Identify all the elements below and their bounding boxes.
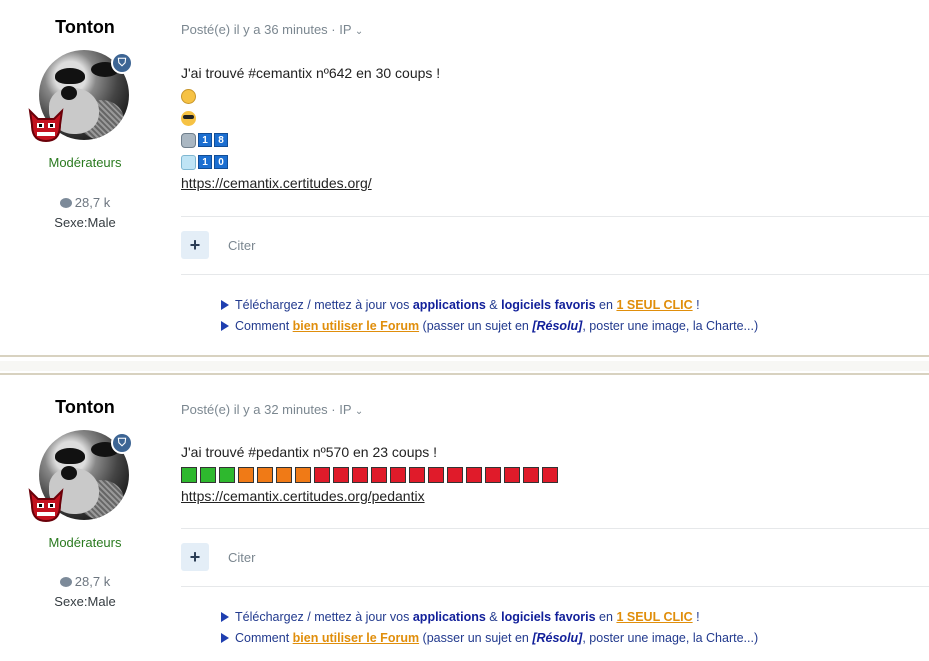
red-square	[333, 467, 349, 484]
red-square	[485, 467, 501, 484]
digit-keycap: 1	[198, 133, 212, 148]
signature-link[interactable]: logiciels favoris	[501, 298, 595, 312]
red-square	[447, 467, 463, 484]
devil-badge-icon	[28, 488, 64, 523]
divider	[181, 216, 929, 217]
red-square	[314, 467, 330, 484]
multiquote-add-button[interactable]: +	[181, 231, 209, 259]
comment-icon	[59, 576, 72, 587]
post-meta[interactable]: Posté(e) il y a 32 minutes · IP ⌄	[181, 402, 363, 417]
pedantix-result-squares	[181, 463, 561, 485]
arrow-right-icon	[221, 632, 229, 643]
orange-square	[295, 467, 311, 484]
signature-text: [Résolu]	[532, 319, 583, 333]
digit-keycap: 8	[214, 133, 228, 148]
signature-line: Comment bien utiliser le Forum (passer u…	[221, 631, 758, 645]
post-meta[interactable]: Posté(e) il y a 36 minutes · IP ⌄	[181, 22, 363, 37]
forum-post: Tonton ⛉ Modérateurs 28,7 k Sexe:Male Po…	[0, 378, 929, 661]
author-name[interactable]: Tonton	[0, 17, 170, 38]
digit-keycap: 0	[214, 155, 228, 170]
moderator-shield-icon: ⛉	[111, 52, 133, 74]
orange-square	[257, 467, 273, 484]
pedantix-link[interactable]: https://cemantix.certitudes.org/pedantix	[181, 488, 425, 504]
red-square	[428, 467, 444, 484]
green-square	[219, 467, 235, 484]
author-name[interactable]: Tonton	[0, 397, 170, 418]
multiquote-add-button[interactable]: +	[181, 543, 209, 571]
red-square	[523, 467, 539, 484]
ice-cube-icon	[181, 154, 196, 170]
signature-link[interactable]: 1 SEUL CLIC	[616, 610, 692, 624]
orange-square	[238, 467, 254, 484]
divider	[181, 586, 929, 587]
comment-icon	[59, 197, 72, 208]
signature-line: Téléchargez / mettez à jour vos applicat…	[221, 610, 700, 624]
signature-link[interactable]: bien utiliser le Forum	[293, 631, 419, 645]
signature-link[interactable]: applications	[413, 298, 486, 312]
quote-button[interactable]: Citer	[228, 550, 255, 565]
post-content: J'ai trouvé #cemantix nº642 en 30 coups …	[181, 62, 440, 194]
post-content: J'ai trouvé #pedantix nº570 en 23 coups …	[181, 441, 561, 507]
digit-keycap: 1	[198, 155, 212, 170]
red-square	[409, 467, 425, 484]
red-square	[542, 467, 558, 484]
quote-button[interactable]: Citer	[228, 238, 255, 253]
signature-link[interactable]: applications	[413, 610, 486, 624]
red-square	[371, 467, 387, 484]
dizzy-face-icon	[181, 88, 196, 104]
user-group: Modérateurs	[48, 535, 122, 550]
orange-square	[276, 467, 292, 484]
arrow-right-icon	[221, 611, 229, 622]
post-text: J'ai trouvé #pedantix nº570 en 23 coups …	[181, 444, 438, 460]
red-square	[352, 467, 368, 484]
divider	[181, 274, 929, 275]
profile-field-sexe: Sexe:Male	[54, 594, 116, 609]
red-square	[390, 467, 406, 484]
chevron-down-icon: ⌄	[354, 406, 364, 417]
reputation: 28,7 k	[0, 195, 170, 210]
arrow-right-icon	[221, 320, 229, 331]
devil-badge-icon	[28, 108, 64, 143]
signature-link[interactable]: 1 SEUL CLIC	[616, 298, 692, 312]
green-square	[200, 467, 216, 484]
reputation: 28,7 k	[0, 574, 170, 589]
user-group: Modérateurs	[48, 155, 122, 170]
chevron-down-icon: ⌄	[354, 26, 364, 37]
signature-text: [Résolu]	[532, 631, 583, 645]
green-square	[181, 467, 197, 484]
signature-link[interactable]: logiciels favoris	[501, 610, 595, 624]
moderator-shield-icon: ⛉	[111, 432, 133, 454]
sunglasses-face-icon	[181, 110, 196, 126]
red-square	[504, 467, 520, 484]
signature-line: Téléchargez / mettez à jour vos applicat…	[221, 298, 700, 312]
post-separator	[0, 355, 929, 375]
arrow-right-icon	[221, 299, 229, 310]
divider	[181, 528, 929, 529]
forum-post: Tonton ⛉ Modérateurs 28,7 k Sexe:Male Po…	[0, 0, 929, 352]
cemantix-link[interactable]: https://cemantix.certitudes.org/	[181, 175, 372, 191]
signature-link[interactable]: bien utiliser le Forum	[293, 319, 419, 333]
robot-face-icon	[181, 132, 196, 148]
signature-line: Comment bien utiliser le Forum (passer u…	[221, 319, 758, 333]
red-square	[466, 467, 482, 484]
profile-field-sexe: Sexe:Male	[54, 215, 116, 230]
post-text: J'ai trouvé #cemantix nº642 en 30 coups …	[181, 65, 441, 81]
